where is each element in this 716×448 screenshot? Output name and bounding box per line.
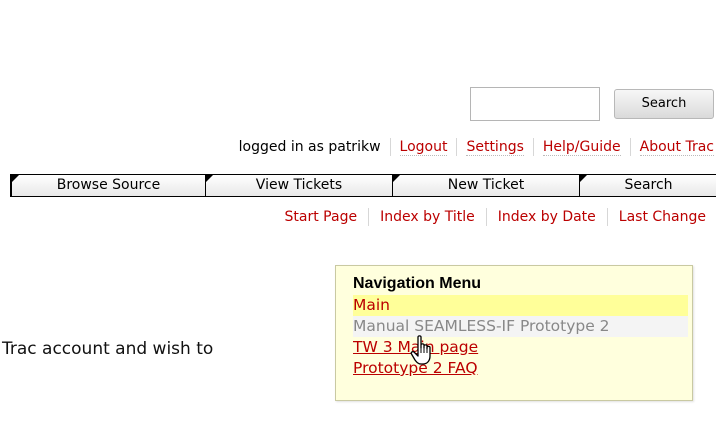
menu-item-manual[interactable]: Manual SEAMLESS-IF Prototype 2: [353, 316, 688, 337]
tab-search[interactable]: Search: [579, 175, 716, 196]
search-input[interactable]: [470, 87, 600, 121]
page-body-text: Trac account and wish to: [2, 339, 214, 359]
context-navigation: Start Page Index by Title Index by Date …: [274, 207, 706, 227]
menu-item-main[interactable]: Main: [353, 295, 688, 316]
navigation-menu-title: Navigation Menu: [353, 275, 482, 292]
index-by-title-link[interactable]: Index by Title: [380, 209, 475, 225]
start-page-link[interactable]: Start Page: [285, 209, 358, 225]
help-guide-link[interactable]: Help/Guide: [542, 139, 621, 156]
index-by-date-link[interactable]: Index by Date: [498, 209, 596, 225]
menu-item-tw3-main[interactable]: TW 3 Main page: [353, 337, 688, 358]
meta-navigation: logged in as patrikw Logout Settings Hel…: [239, 137, 714, 157]
last-change-link[interactable]: Last Change: [619, 209, 706, 225]
tab-browse-source[interactable]: Browse Source: [10, 175, 205, 196]
menu-item-prototype-faq[interactable]: Prototype 2 FAQ: [353, 358, 688, 379]
main-navigation: Browse Source View Tickets New Ticket Se…: [10, 174, 716, 197]
navigation-menu: Navigation Menu Main Manual SEAMLESS-IF …: [335, 265, 693, 401]
tab-new-ticket[interactable]: New Ticket: [392, 175, 579, 196]
search-button[interactable]: Search: [614, 89, 714, 119]
logged-in-label: logged in as patrikw: [238, 139, 381, 155]
settings-link[interactable]: Settings: [466, 139, 524, 156]
logout-link[interactable]: Logout: [399, 139, 448, 156]
about-trac-link[interactable]: About Trac: [639, 139, 714, 156]
tab-view-tickets[interactable]: View Tickets: [205, 175, 392, 196]
